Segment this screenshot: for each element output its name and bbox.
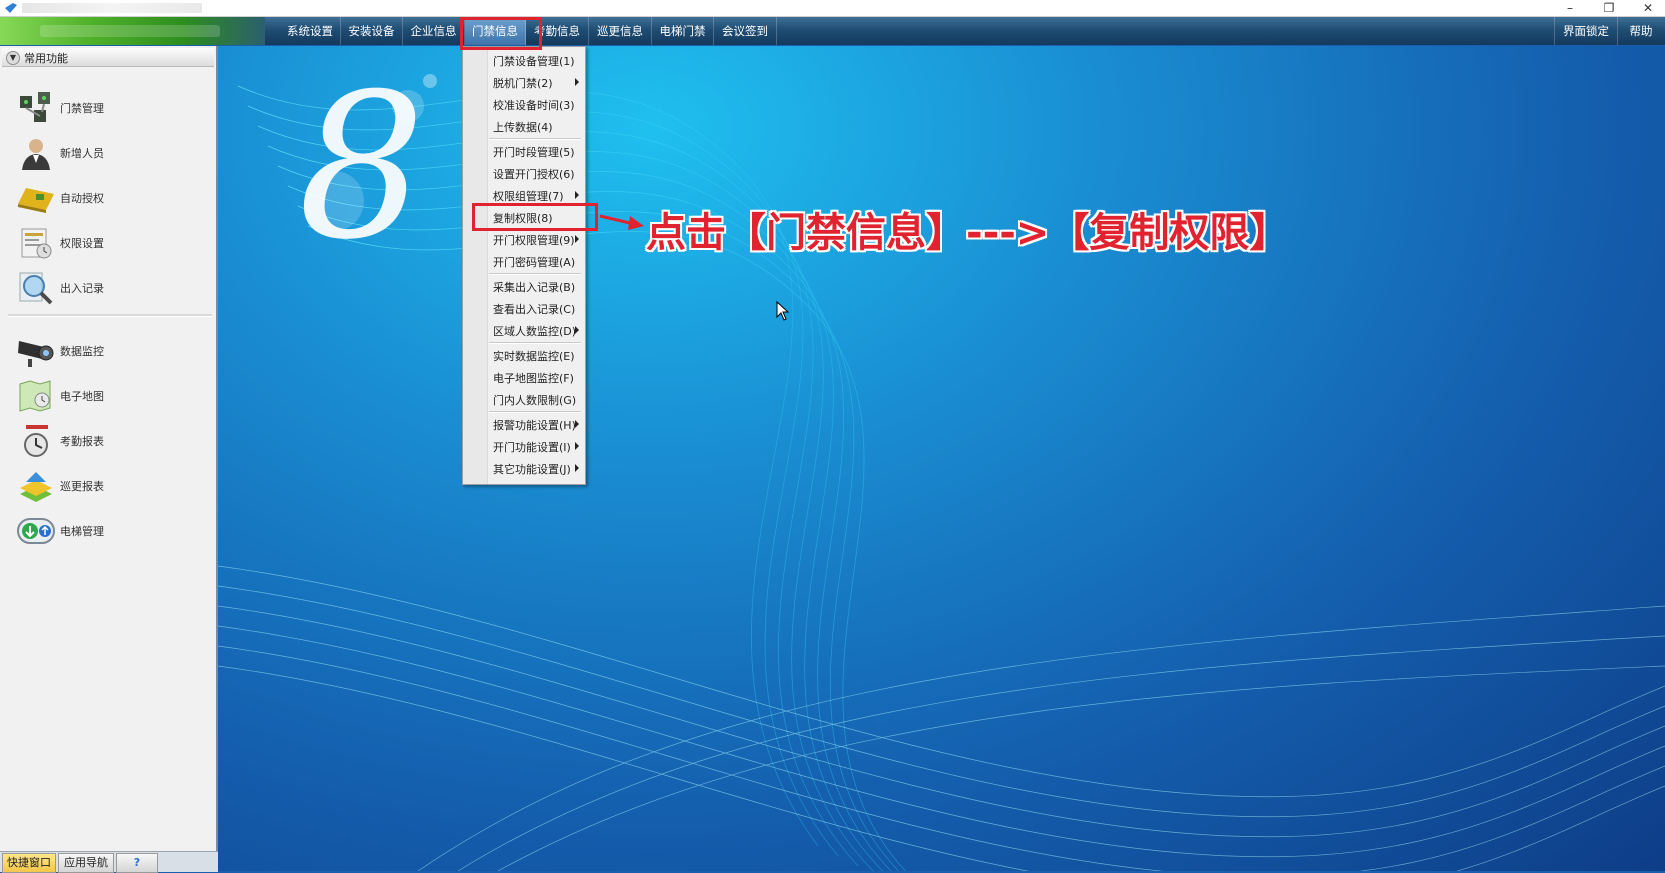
nav-door-control[interactable]: 门禁管理: [14, 88, 204, 128]
submenu-arrow-icon: [575, 235, 579, 243]
quick-functions-panel: ▼ 常用功能 门禁管理 新增人员 自动授权 权限设置 出入记录 数据监控 电子地…: [0, 46, 218, 851]
title-bar: – ❐ ✕: [0, 0, 1665, 17]
nav-auto-authorize[interactable]: 自动授权: [14, 178, 204, 218]
nav-access-record[interactable]: 出入记录: [14, 268, 204, 308]
menu-item-open-time-period[interactable]: 开门时段管理(5): [463, 140, 585, 162]
nav-label: 电梯管理: [60, 525, 104, 538]
panel-separator: [8, 314, 212, 317]
highlight-menu-access-control: [460, 17, 542, 50]
mouse-cursor-icon: [776, 301, 790, 321]
submenu-arrow-icon: [575, 464, 579, 472]
tab-app-navigation[interactable]: 应用导航: [58, 853, 114, 873]
nav-attendance-report[interactable]: 考勤报表: [14, 421, 204, 461]
wave-background: 8: [218, 51, 1665, 871]
nav-label: 新增人员: [60, 147, 104, 160]
app-icon: [5, 3, 17, 13]
menu-item-alarm-settings[interactable]: 报警功能设置(H): [463, 413, 585, 435]
nav-electronic-map[interactable]: 电子地图: [14, 376, 204, 416]
auto-authorize-icon: [18, 188, 54, 213]
patrol-report-icon: [20, 472, 52, 502]
nav-elevator-management[interactable]: 电梯管理: [14, 511, 204, 551]
menu-item-set-open-authorization[interactable]: 设置开门授权(6): [463, 162, 585, 184]
menu-item-collect-records[interactable]: 采集出入记录(B): [463, 275, 585, 297]
nav-add-person[interactable]: 新增人员: [14, 133, 204, 173]
main-workspace: 8: [218, 46, 1665, 871]
submenu-arrow-icon: [575, 442, 579, 450]
menu-elevator-access[interactable]: 电梯门禁: [652, 17, 714, 45]
minimize-button[interactable]: –: [1553, 0, 1587, 16]
submenu-arrow-icon: [575, 420, 579, 428]
menu-bar: 系统设置 安装设备 企业信息 门禁信息 考勤信息 巡更信息 电梯门禁 会议签到 …: [0, 17, 1665, 45]
menu-item-open-permission-management[interactable]: 开门权限管理(9): [463, 228, 585, 250]
menu-item-area-headcount-monitor[interactable]: 区域人数监控(D): [463, 319, 585, 341]
brand-logo-blurred: [40, 25, 220, 37]
elevator-icon: [17, 518, 55, 544]
submenu-arrow-icon: [575, 191, 579, 199]
nav-label: 电子地图: [60, 390, 104, 403]
nav-patrol-report[interactable]: 巡更报表: [14, 466, 204, 506]
menu-item-upload-data[interactable]: 上传数据(4): [463, 115, 585, 137]
tab-quick-window[interactable]: 快捷窗口: [2, 853, 56, 873]
permission-settings-icon: [21, 228, 52, 259]
submenu-arrow-icon: [575, 326, 579, 334]
highlight-copy-permission: [472, 203, 598, 231]
nav-label: 门禁管理: [60, 102, 104, 115]
nav-data-monitor[interactable]: 数据监控: [14, 331, 204, 371]
door-control-icon: [20, 92, 50, 122]
menu-company-info[interactable]: 企业信息: [403, 17, 465, 45]
menu-system-settings[interactable]: 系统设置: [280, 17, 341, 45]
access-record-icon: [19, 272, 53, 305]
window-title-blurred: [22, 3, 202, 13]
collapse-icon[interactable]: ▼: [6, 51, 20, 65]
electronic-map-icon: [19, 380, 51, 412]
menu-patrol-info[interactable]: 巡更信息: [589, 17, 652, 45]
nav-label: 巡更报表: [60, 480, 104, 493]
access-control-dropdown: 门禁设备管理(1) 脱机门禁(2) 校准设备时间(3) 上传数据(4) 开门时段…: [462, 46, 586, 485]
brand-banner: [0, 17, 265, 45]
menu-item-other-function-settings[interactable]: 其它功能设置(J): [463, 457, 585, 479]
nav-label: 出入记录: [60, 282, 104, 295]
menu-item-open-function-settings[interactable]: 开门功能设置(I): [463, 435, 585, 457]
menu-item-open-password-management[interactable]: 开门密码管理(A): [463, 250, 585, 272]
menu-item-device-management[interactable]: 门禁设备管理(1): [463, 49, 585, 71]
menu-item-calibrate-time[interactable]: 校准设备时间(3): [463, 93, 585, 115]
nav-label: 数据监控: [60, 345, 104, 358]
bottom-tab-bar: 快捷窗口 应用导航 ?: [0, 851, 218, 873]
figure-eight-logo: 8: [298, 51, 437, 284]
nav-label: 权限设置: [60, 237, 104, 250]
add-person-icon: [22, 139, 50, 170]
menu-item-view-records[interactable]: 查看出入记录(C): [463, 297, 585, 319]
panel-header[interactable]: ▼ 常用功能: [2, 48, 214, 67]
nav-permission-settings[interactable]: 权限设置: [14, 223, 204, 263]
red-arrow-icon: [599, 214, 644, 230]
menu-item-realtime-monitor[interactable]: 实时数据监控(E): [463, 344, 585, 366]
close-button[interactable]: ✕: [1631, 0, 1665, 16]
menu-item-indoor-headcount-limit[interactable]: 门内人数限制(G): [463, 388, 585, 410]
camera-monitor-icon: [18, 341, 54, 367]
svg-text:8: 8: [298, 51, 425, 284]
annotation-text: 点击【门禁信息】--->【复制权限】: [646, 210, 1290, 256]
menu-help[interactable]: 帮助: [1617, 17, 1665, 45]
submenu-arrow-icon: [575, 78, 579, 86]
menu-item-map-monitor[interactable]: 电子地图监控(F): [463, 366, 585, 388]
menu-meeting-signin[interactable]: 会议签到: [714, 17, 777, 45]
nav-label: 考勤报表: [60, 435, 104, 448]
panel-header-label: 常用功能: [24, 52, 68, 65]
menu-lock-interface[interactable]: 界面锁定: [1554, 17, 1618, 45]
menu-install-device[interactable]: 安装设备: [341, 17, 403, 45]
nav-label: 自动授权: [60, 192, 104, 205]
attendance-report-icon: [24, 425, 48, 457]
help-tab-icon[interactable]: ?: [116, 853, 158, 873]
restore-button[interactable]: ❐: [1592, 0, 1626, 16]
menu-item-offline-access[interactable]: 脱机门禁(2): [463, 71, 585, 93]
